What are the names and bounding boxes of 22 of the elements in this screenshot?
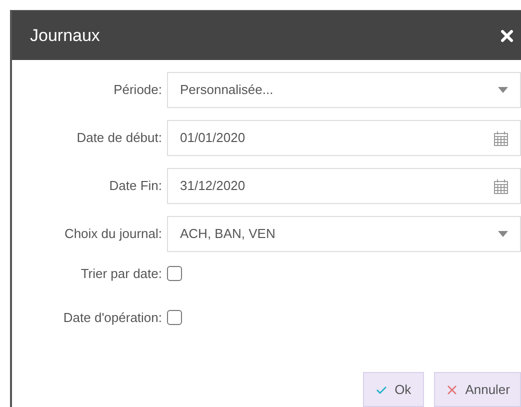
dropdown-caret-icon bbox=[498, 87, 508, 93]
field-label: Période: bbox=[112, 81, 162, 100]
field-label: Date Fin: bbox=[108, 177, 162, 196]
dropdown-caret-icon bbox=[498, 231, 508, 237]
checkbox[interactable] bbox=[167, 266, 182, 282]
cross-icon bbox=[447, 384, 458, 394]
window-title: Journaux bbox=[30, 24, 100, 47]
checkbox-label: Trier par date: bbox=[80, 265, 162, 283]
field-label: Date de début: bbox=[76, 129, 162, 148]
close-icon[interactable] bbox=[501, 30, 513, 42]
calendar-icon bbox=[494, 178, 508, 194]
field-label: Choix du journal: bbox=[63, 225, 162, 244]
date-field[interactable]: 01/01/2020 bbox=[167, 120, 521, 156]
cancel-button[interactable]: Annuler bbox=[434, 372, 521, 407]
ok-button[interactable]: Ok bbox=[362, 372, 424, 407]
dropdown-field[interactable]: Personnalisée... bbox=[167, 72, 521, 108]
dropdown-field[interactable]: ACH, BAN, VEN bbox=[167, 216, 521, 252]
checkbox-label: Date d'opération: bbox=[62, 308, 162, 327]
calendar-icon bbox=[494, 130, 508, 146]
checkbox[interactable] bbox=[167, 310, 182, 325]
check-icon bbox=[376, 386, 387, 394]
date-field[interactable]: 31/12/2020 bbox=[167, 168, 521, 204]
